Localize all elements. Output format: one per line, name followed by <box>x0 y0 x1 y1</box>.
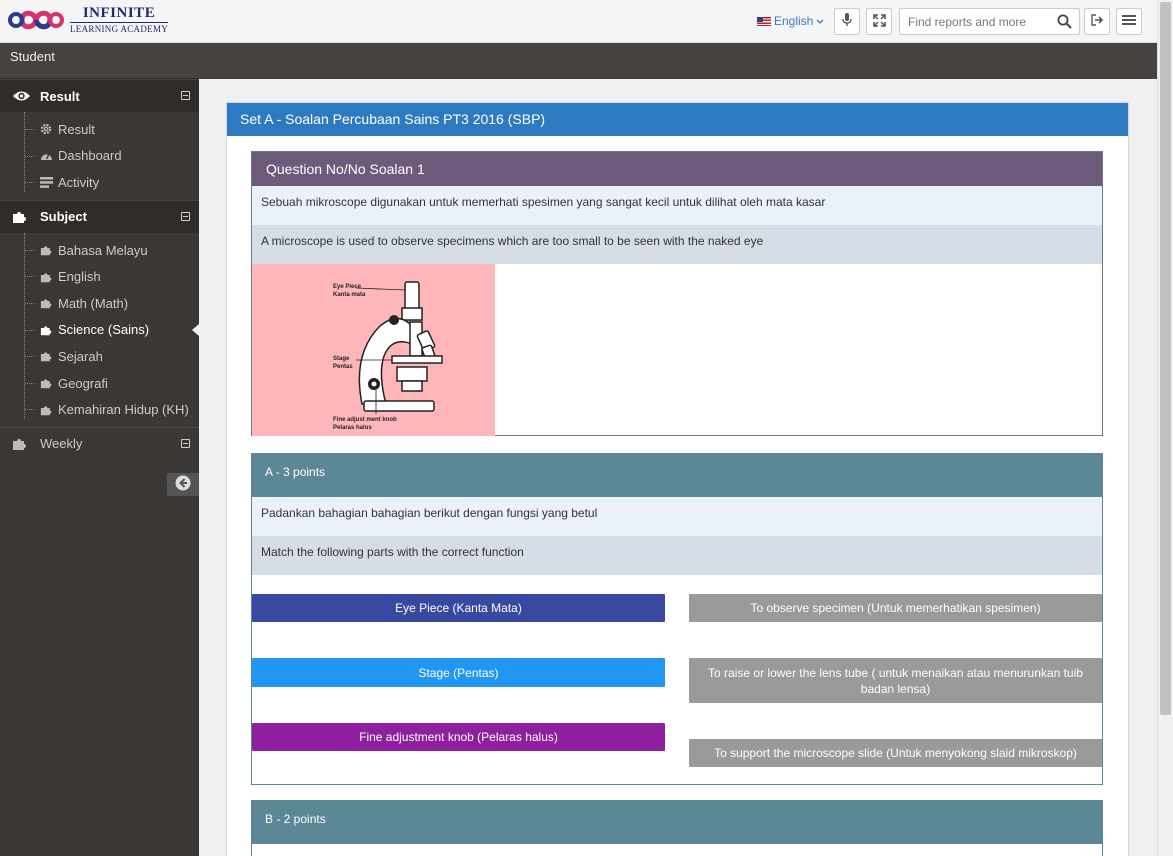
puzzle-icon <box>12 209 32 224</box>
sidebar-item-label: Result <box>58 121 95 137</box>
puzzle-icon <box>12 436 32 451</box>
match-left-item-2[interactable]: Stage (Pentas) <box>252 658 665 687</box>
chevron-down-icon <box>816 14 824 28</box>
page-header-strip <box>199 43 1157 79</box>
brand-subtitle: LEARNING ACADEMY <box>70 24 169 34</box>
part-a-text-ms: Padankan bahagian bahagian berikut denga… <box>252 497 1102 536</box>
hamburger-icon <box>1122 14 1136 29</box>
match-left-item-3[interactable]: Fine adjustment knob (Pelaras halus) <box>252 723 665 751</box>
diagram-label-stage-ms: Pentas <box>333 364 353 370</box>
diagram-label-stage-en: Stage <box>333 356 350 362</box>
match-left-item-1[interactable]: Eye Piece (Kanta Mata) <box>252 594 665 622</box>
eye-icon <box>12 90 32 102</box>
match-right-item-3[interactable]: To support the microscope slide (Untuk m… <box>689 739 1102 767</box>
puzzle-icon <box>40 324 54 336</box>
fullscreen-button[interactable] <box>866 8 892 35</box>
sidebar-item-sejarah[interactable]: Sejarah <box>0 343 199 370</box>
sidebar-section-label: Weekly <box>40 436 83 452</box>
sidebar-item-label: Dashboard <box>58 148 122 164</box>
menu-button[interactable] <box>1116 8 1142 35</box>
question-text-en: A microscope is used to observe specimen… <box>252 225 1102 264</box>
sidebar-item-bahasa-melayu[interactable]: Bahasa Melayu <box>0 237 199 264</box>
puzzle-icon <box>40 377 54 389</box>
match-right-item-1[interactable]: To observe specimen (Untuk memerhatikan … <box>689 594 1102 622</box>
diagram-label-fine-en: Fine adjust ment knob <box>333 417 397 423</box>
sidebar-item-label: English <box>58 269 101 285</box>
part-a-card: A - 3 points Padankan bahagian bahagian … <box>251 453 1103 785</box>
sidebar-item-label: Activity <box>58 174 100 190</box>
sidebar-user-label: Student <box>0 43 199 79</box>
question-set-panel: Set A - Soalan Percubaan Sains PT3 2016 … <box>226 102 1129 856</box>
sidebar-item-dashboard[interactable]: Dashboard <box>0 143 199 170</box>
search-box <box>899 8 1080 35</box>
sidebar-item-english[interactable]: English <box>0 263 199 290</box>
sidebar: Student Result Result Dashboard Activity <box>0 43 199 856</box>
dashboard-gauge-icon <box>40 150 54 161</box>
question-text-ms: Sebuah mikroscope digunakan untuk memerh… <box>252 186 1102 225</box>
microphone-icon <box>842 13 852 30</box>
panel-title: Set A - Soalan Percubaan Sains PT3 2016 … <box>227 103 1128 136</box>
collapse-toggle-icon[interactable] <box>181 211 190 221</box>
sidebar-item-label: Science (Sains) <box>58 322 150 338</box>
sidebar-section-label: Subject <box>40 209 87 225</box>
question-header: Question No/No Soalan 1 <box>252 152 1102 186</box>
sidebar-item-label: Sejarah <box>58 348 103 364</box>
gear-icon <box>40 123 54 135</box>
sidebar-section-subject[interactable]: Subject <box>0 199 199 233</box>
result-submenu: Result Dashboard Activity <box>0 112 199 200</box>
us-flag-icon <box>757 16 771 26</box>
puzzle-icon <box>40 404 54 416</box>
sidebar-item-label: Math (Math) <box>58 295 129 311</box>
arrow-left-circle-icon <box>175 475 191 494</box>
sidebar-item-label: Kemahiran Hidup (KH) <box>58 402 189 418</box>
list-icon <box>40 176 54 188</box>
puzzle-icon <box>40 297 54 309</box>
diagram-label-eyepiece-en: Eye Piece <box>333 284 362 290</box>
search-input[interactable] <box>900 9 1050 34</box>
expand-icon <box>872 13 886 30</box>
part-a-header: A - 3 points <box>252 454 1102 497</box>
match-right-item-2[interactable]: To raise or lower the lens tube ( untuk … <box>689 658 1102 703</box>
sidebar-item-label: Bahasa Melayu <box>58 242 148 258</box>
top-bar: INFINITE LEARNING ACADEMY English <box>0 0 1157 43</box>
part-b-header: B - 2 points <box>252 801 1102 844</box>
sidebar-item-result[interactable]: Result <box>0 116 199 143</box>
microphone-button[interactable] <box>834 8 860 35</box>
collapse-toggle-icon[interactable] <box>181 91 190 100</box>
collapse-toggle-icon[interactable] <box>181 438 190 448</box>
brand-title: INFINITE <box>70 6 169 23</box>
infinity-logo-icon <box>8 5 64 35</box>
part-a-text-en: Match the following parts with the corre… <box>252 536 1102 575</box>
microscope-icon: Eye Piece Kanta mata Stage Pentas Fine a… <box>333 281 443 431</box>
sidebar-section-label: Result <box>40 88 80 104</box>
sidebar-item-activity[interactable]: Activity <box>0 169 199 196</box>
brand-logo[interactable]: INFINITE LEARNING ACADEMY <box>8 5 169 35</box>
diagram-label-fine-ms: Pelaras halus <box>333 425 372 431</box>
page-scrollbar[interactable] <box>1157 0 1173 856</box>
collapse-sidebar-button[interactable] <box>167 473 199 496</box>
language-selector[interactable]: English <box>757 14 824 28</box>
scrollbar-thumb[interactable] <box>1160 2 1171 715</box>
sidebar-item-science[interactable]: Science (Sains) <box>0 317 199 344</box>
logout-button[interactable] <box>1084 8 1110 35</box>
microscope-diagram: Eye Piece Kanta mata Stage Pentas Fine a… <box>252 264 495 436</box>
sidebar-item-math[interactable]: Math (Math) <box>0 290 199 317</box>
sidebar-item-label: Geografi <box>58 375 108 391</box>
sidebar-item-kemahiran-hidup[interactable]: Kemahiran Hidup (KH) <box>0 396 199 423</box>
search-icon[interactable] <box>1057 14 1072 32</box>
puzzle-icon <box>40 244 54 256</box>
sidebar-section-result[interactable]: Result <box>0 79 199 112</box>
sign-out-icon <box>1090 14 1104 29</box>
puzzle-icon <box>40 350 54 362</box>
sidebar-item-geografi[interactable]: Geografi <box>0 370 199 397</box>
diagram-label-eyepiece-ms: Kanta mata <box>333 292 366 298</box>
language-label: English <box>774 14 814 28</box>
part-b-card: B - 2 points <box>251 800 1103 856</box>
subject-submenu: Bahasa Melayu English Math (Math) Scienc… <box>0 232 199 427</box>
puzzle-icon <box>40 271 54 283</box>
question-card: Question No/No Soalan 1 Sebuah mikroscop… <box>251 151 1103 436</box>
sidebar-section-weekly[interactable]: Weekly <box>0 426 199 460</box>
